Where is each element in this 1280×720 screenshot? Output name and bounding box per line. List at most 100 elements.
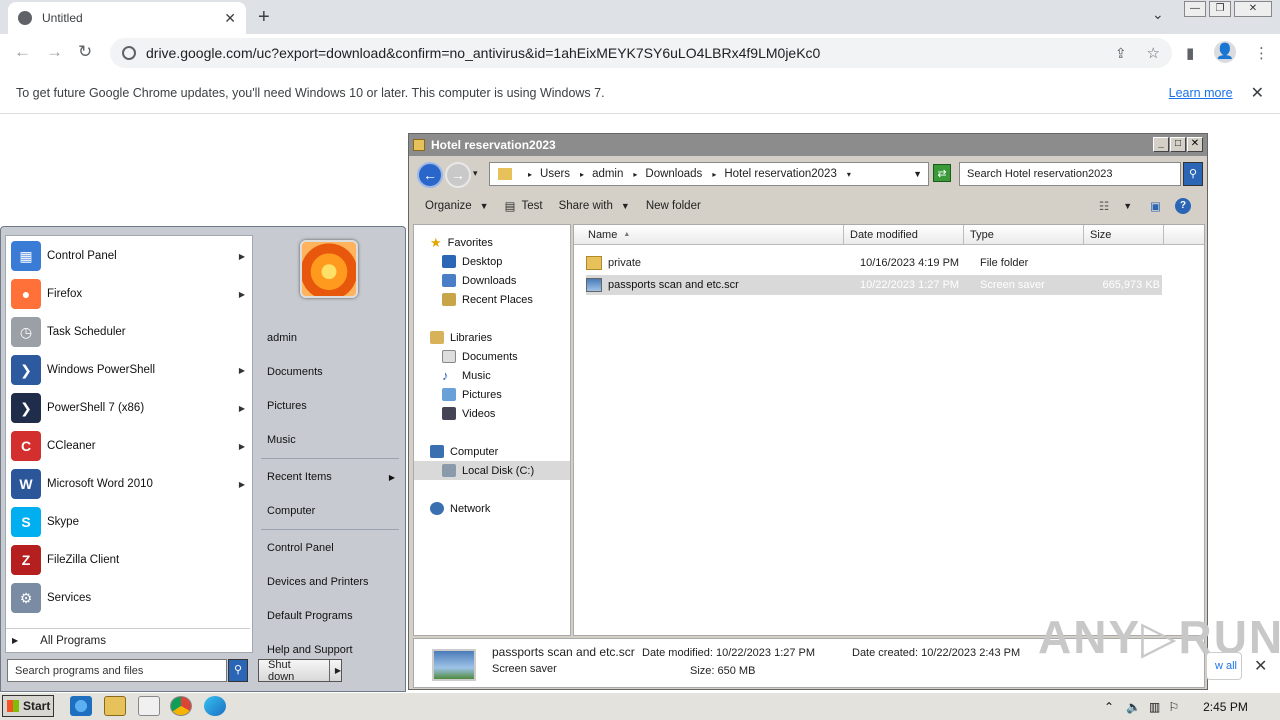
action-center-flag-icon[interactable]: ⚐ bbox=[1168, 700, 1179, 714]
user-avatar[interactable] bbox=[300, 240, 358, 298]
new-folder-button[interactable]: New folder bbox=[638, 194, 709, 218]
column-name[interactable]: Name ▲ bbox=[574, 224, 844, 245]
side-panel-icon[interactable]: ▮ bbox=[1186, 44, 1194, 62]
program-item[interactable]: ❯ Windows PowerShell ▶ bbox=[5, 351, 251, 389]
new-tab-icon[interactable]: + bbox=[258, 6, 270, 29]
divider bbox=[261, 458, 399, 459]
view-icon[interactable]: ☷ bbox=[1099, 199, 1109, 213]
test-button[interactable]: ▤ Test bbox=[497, 194, 551, 218]
address-bar[interactable]: drive.google.com/uc?export=download&conf… bbox=[110, 38, 1172, 68]
minimize-icon[interactable]: — bbox=[1184, 1, 1206, 17]
start-item-devices-printers[interactable]: Devices and Printers bbox=[257, 565, 403, 599]
program-item[interactable]: ⚙ Services bbox=[5, 579, 251, 617]
edge-icon[interactable] bbox=[204, 696, 226, 716]
close-icon[interactable]: ✕ bbox=[1187, 137, 1203, 152]
start-item-pictures[interactable]: Pictures bbox=[257, 389, 403, 423]
shutdown-button[interactable]: Shut down ▶ bbox=[258, 659, 342, 683]
profile-icon[interactable]: 👤 bbox=[1214, 41, 1236, 63]
download-show-all-button[interactable]: w all bbox=[1206, 652, 1242, 680]
reload-icon[interactable]: ↻ bbox=[78, 42, 92, 62]
crumb-users[interactable]: Users bbox=[540, 168, 570, 180]
media-player-icon[interactable] bbox=[138, 696, 160, 716]
program-item[interactable]: C CCleaner ▶ bbox=[5, 427, 251, 465]
close-tab-icon[interactable]: ✕ bbox=[224, 10, 236, 27]
nav-pictures[interactable]: Pictures bbox=[414, 385, 570, 404]
program-item[interactable]: Z FileZilla Client bbox=[5, 541, 251, 579]
crumb-hotel-reservation[interactable]: Hotel reservation2023 bbox=[724, 168, 837, 180]
table-row[interactable]: passports scan and etc.scr 10/22/2023 1:… bbox=[586, 275, 1162, 295]
program-item[interactable]: ▦ Control Panel ▶ bbox=[5, 237, 251, 275]
nav-local-disk[interactable]: Local Disk (C:) bbox=[414, 461, 570, 480]
tray-arrow-icon[interactable]: ⌃ bbox=[1104, 700, 1114, 714]
ie-icon[interactable] bbox=[70, 696, 92, 716]
all-programs[interactable]: ▶ All Programs bbox=[6, 628, 250, 652]
preview-pane-icon[interactable]: ▣ bbox=[1150, 199, 1161, 213]
chrome-icon[interactable] bbox=[170, 696, 192, 716]
start-item-default-programs[interactable]: Default Programs bbox=[257, 599, 403, 633]
nav-computer[interactable]: Computer bbox=[414, 442, 570, 461]
recent-pages-icon[interactable]: ▾ bbox=[473, 168, 478, 179]
nav-favorites[interactable]: ★ Favorites bbox=[414, 233, 570, 252]
search-icon[interactable]: ⚲ bbox=[228, 659, 248, 682]
refresh-icon[interactable]: ⇄ bbox=[933, 164, 951, 182]
program-item[interactable]: ● Firefox ▶ bbox=[5, 275, 251, 313]
nav-network[interactable]: Network bbox=[414, 499, 570, 518]
restore-icon[interactable]: ❐ bbox=[1209, 1, 1231, 17]
nav-documents[interactable]: Documents bbox=[414, 347, 570, 366]
breadcrumb[interactable]: ▸ Users ▸ admin ▸ Downloads ▸ Hotel reservat… bbox=[489, 162, 929, 186]
nav-recent-places[interactable]: Recent Places bbox=[414, 290, 570, 309]
close-download-bar-icon[interactable]: ✕ bbox=[1254, 656, 1267, 676]
close-icon[interactable]: ✕ bbox=[1251, 83, 1264, 103]
program-item[interactable]: ❯ PowerShell 7 (x86) ▶ bbox=[5, 389, 251, 427]
nav-desktop[interactable]: Desktop bbox=[414, 252, 570, 271]
network-tray-icon[interactable]: ▥ bbox=[1149, 700, 1160, 714]
explorer-taskbar-icon[interactable] bbox=[104, 696, 126, 716]
start-item-documents[interactable]: Documents bbox=[257, 355, 403, 389]
table-row[interactable]: private 10/16/2023 4:19 PM File folder bbox=[586, 253, 1162, 273]
menu-icon[interactable]: ⋮ bbox=[1254, 44, 1269, 62]
share-icon[interactable]: ⇪ bbox=[1115, 45, 1127, 62]
nav-libraries[interactable]: Libraries bbox=[414, 328, 570, 347]
start-item-recent-items[interactable]: Recent Items ▶ bbox=[257, 460, 403, 494]
document-icon: ▤ bbox=[504, 201, 516, 213]
nav-downloads[interactable]: Downloads bbox=[414, 271, 570, 290]
info-icon[interactable] bbox=[122, 46, 136, 60]
start-item-computer[interactable]: Computer bbox=[257, 494, 403, 528]
program-item[interactable]: W Microsoft Word 2010 ▶ bbox=[5, 465, 251, 503]
start-item-user[interactable]: admin bbox=[257, 321, 403, 355]
column-size[interactable]: Size bbox=[1084, 224, 1164, 245]
nav-music[interactable]: ♪ Music bbox=[414, 366, 570, 385]
back-icon[interactable]: ← bbox=[14, 42, 31, 62]
start-item-control-panel[interactable]: Control Panel bbox=[257, 531, 403, 565]
column-date[interactable]: Date modified bbox=[844, 224, 964, 245]
share-with-button[interactable]: Share with ▼ bbox=[551, 194, 638, 218]
close-window-icon[interactable]: ✕ bbox=[1234, 1, 1272, 17]
start-search-input[interactable]: Search programs and files bbox=[7, 659, 227, 682]
program-item[interactable]: S Skype bbox=[5, 503, 251, 541]
speaker-icon[interactable]: 🔈 bbox=[1126, 700, 1141, 714]
nav-videos[interactable]: Videos bbox=[414, 404, 570, 423]
minimize-icon[interactable]: _ bbox=[1153, 137, 1169, 152]
browser-tab[interactable]: Untitled ✕ bbox=[8, 2, 246, 34]
learn-more-link[interactable]: Learn more bbox=[1169, 86, 1233, 100]
start-item-music[interactable]: Music bbox=[257, 423, 403, 457]
forward-button[interactable]: → bbox=[445, 162, 471, 188]
help-icon[interactable]: ? bbox=[1175, 198, 1191, 214]
start-button[interactable]: Start bbox=[2, 695, 54, 717]
star-icon[interactable]: ☆ bbox=[1147, 44, 1160, 62]
program-item[interactable]: ◷ Task Scheduler bbox=[5, 313, 251, 351]
column-type[interactable]: Type bbox=[964, 224, 1084, 245]
explorer-search-input[interactable]: Search Hotel reservation2023 bbox=[959, 162, 1181, 186]
crumb-admin[interactable]: admin bbox=[592, 168, 623, 180]
shutdown-options-icon[interactable]: ▶ bbox=[335, 666, 341, 675]
view-dropdown-icon[interactable]: ▼ bbox=[1123, 201, 1132, 211]
organize-button[interactable]: Organize ▼ bbox=[417, 194, 497, 218]
chevron-down-icon[interactable]: ⌄ bbox=[1152, 6, 1164, 23]
crumb-downloads[interactable]: Downloads bbox=[645, 168, 702, 180]
back-button[interactable]: ← bbox=[417, 162, 443, 188]
explorer-title-bar[interactable]: Hotel reservation2023 bbox=[409, 134, 1207, 156]
forward-icon[interactable]: → bbox=[46, 42, 63, 62]
maximize-icon[interactable]: □ bbox=[1170, 137, 1186, 152]
address-dropdown-icon[interactable]: ▼ bbox=[913, 169, 922, 179]
search-icon[interactable]: ⚲ bbox=[1183, 162, 1203, 186]
